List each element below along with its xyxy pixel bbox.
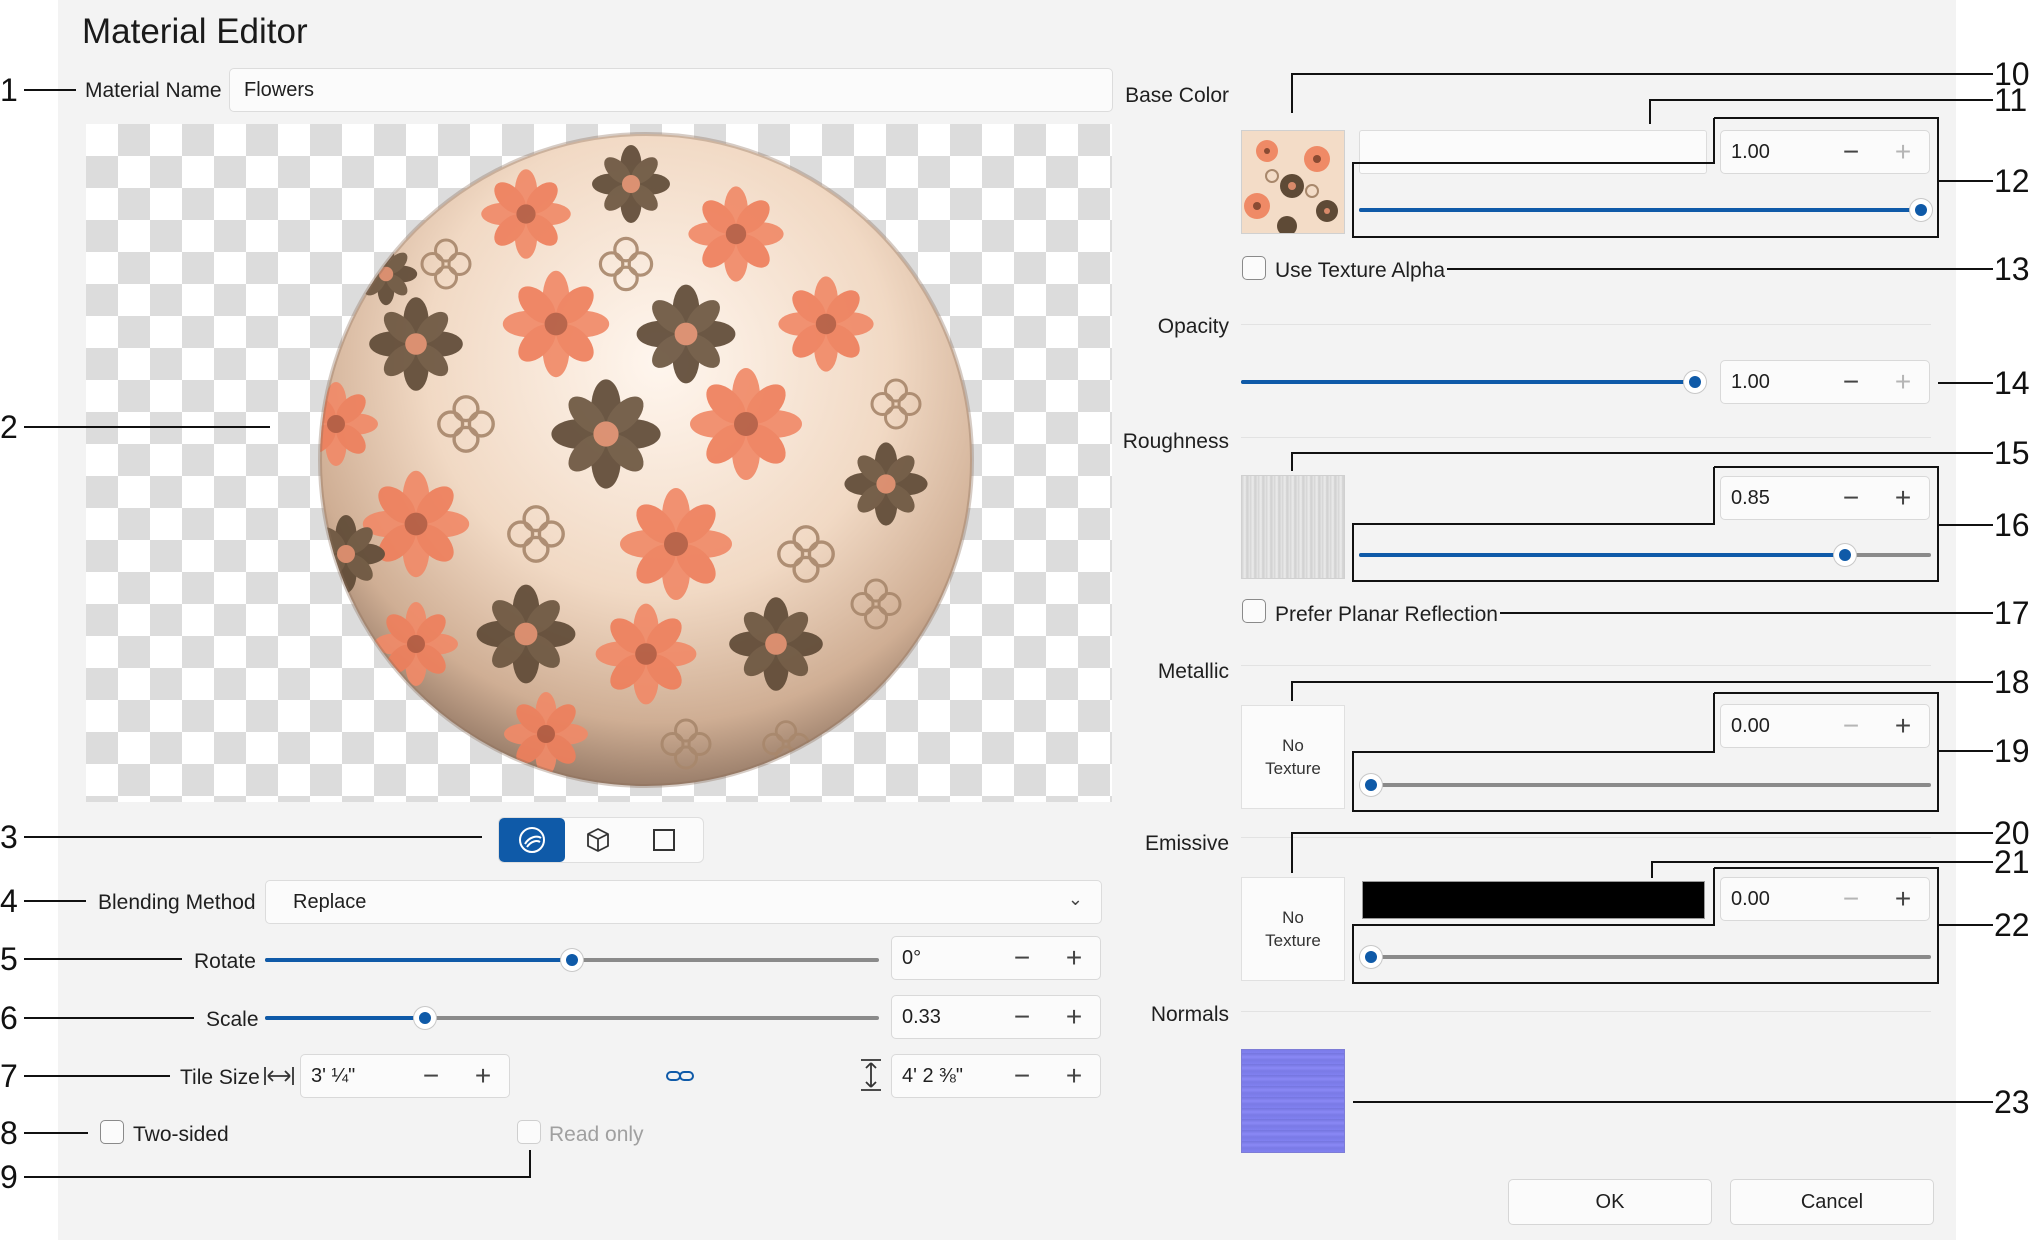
callout-14: 14 xyxy=(1994,365,2030,401)
callout-3: 3 xyxy=(0,819,18,855)
callout-lines xyxy=(24,73,1993,1178)
callout-13: 13 xyxy=(1994,251,2030,287)
callout-9: 9 xyxy=(0,1159,18,1195)
callout-5: 5 xyxy=(0,941,18,977)
callout-23: 23 xyxy=(1994,1084,2030,1120)
callout-7: 7 xyxy=(0,1058,18,1094)
callout-11: 11 xyxy=(1994,82,2028,118)
callout-18: 18 xyxy=(1994,664,2030,700)
callout-1: 1 xyxy=(0,72,18,108)
callout-12: 12 xyxy=(1994,163,2030,199)
callout-16: 16 xyxy=(1994,507,2030,543)
callout-19: 19 xyxy=(1994,733,2030,769)
callout-8: 8 xyxy=(0,1115,18,1151)
callout-15: 15 xyxy=(1994,435,2030,471)
callout-6: 6 xyxy=(0,1000,18,1036)
callout-17: 17 xyxy=(1994,595,2030,631)
callout-21: 21 xyxy=(1994,844,2030,880)
callout-22: 22 xyxy=(1994,907,2030,943)
callout-2: 2 xyxy=(0,409,18,445)
callout-4: 4 xyxy=(0,883,18,919)
